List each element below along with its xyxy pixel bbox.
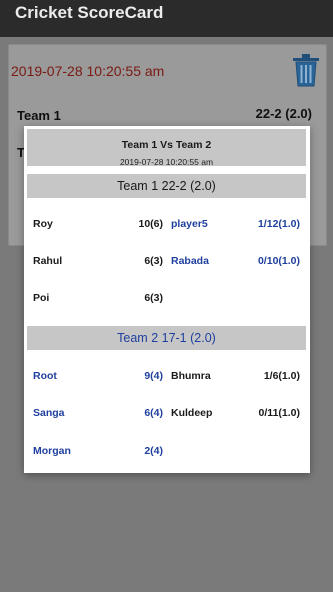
innings2-header: Team 2 17-1 (2.0) [27, 326, 306, 350]
innings2-row: Sanga 6(4) Kuldeep 0/11(1.0) [24, 407, 310, 423]
bowler-figures: 1/6(1.0) [263, 370, 300, 382]
batsman-name: Poi [33, 292, 50, 304]
batsman-name: Morgan [33, 445, 71, 457]
bowler-name: Bhumra [171, 370, 211, 382]
batsman-score: 6(3) [144, 292, 163, 304]
innings2-row: Root 9(4) Bhumra 1/6(1.0) [24, 370, 310, 386]
innings1-header: Team 1 22-2 (2.0) [27, 174, 306, 198]
dialog-date: 2019-07-28 10:20:55 am [119, 157, 214, 167]
app-title: Cricket ScoreCard [15, 3, 164, 22]
bowler-figures: 0/11(1.0) [258, 407, 300, 419]
batsman-name: Root [33, 370, 57, 382]
batsman-name: Rahul [33, 255, 63, 267]
batsman-score: 9(4) [144, 370, 163, 382]
bowler-name: player5 [171, 218, 208, 230]
dialog-header: Team 1 Vs Team 2 2019-07-28 10:20:55 am [27, 129, 306, 167]
batsman-score: 10(6) [138, 218, 163, 230]
team1-name: Team 1 [17, 108, 61, 123]
innings1-row: Rahul 6(3) Rabada 0/10(1.0) [24, 255, 310, 271]
batsman-name: Roy [33, 218, 53, 230]
bowler-name: Kuldeep [171, 407, 213, 419]
match-date: 2019-07-28 10:20:55 am [11, 63, 165, 79]
app-bar: Cricket ScoreCard [0, 0, 333, 37]
batsman-name: Sanga [33, 407, 65, 419]
batsman-score: 2(4) [144, 445, 163, 457]
bowler-figures: 0/10(1.0) [257, 255, 300, 267]
batsman-score: 6(4) [144, 407, 163, 419]
dialog-title: Team 1 Vs Team 2 [121, 139, 212, 151]
scorecard-dialog[interactable]: Team 1 Vs Team 2 2019-07-28 10:20:55 am … [24, 126, 310, 473]
team1-score: 22-2 (2.0) [255, 106, 312, 121]
trash-icon[interactable] [290, 52, 322, 88]
innings2-row: Morgan 2(4) [24, 445, 310, 461]
batsman-score: 6(3) [144, 255, 163, 267]
bowler-name: Rabada [171, 255, 209, 267]
innings1-row: Roy 10(6) player5 1/12(1.0) [24, 218, 310, 234]
innings1-row: Poi 6(3) [24, 292, 310, 308]
bowler-figures: 1/12(1.0) [257, 218, 300, 230]
